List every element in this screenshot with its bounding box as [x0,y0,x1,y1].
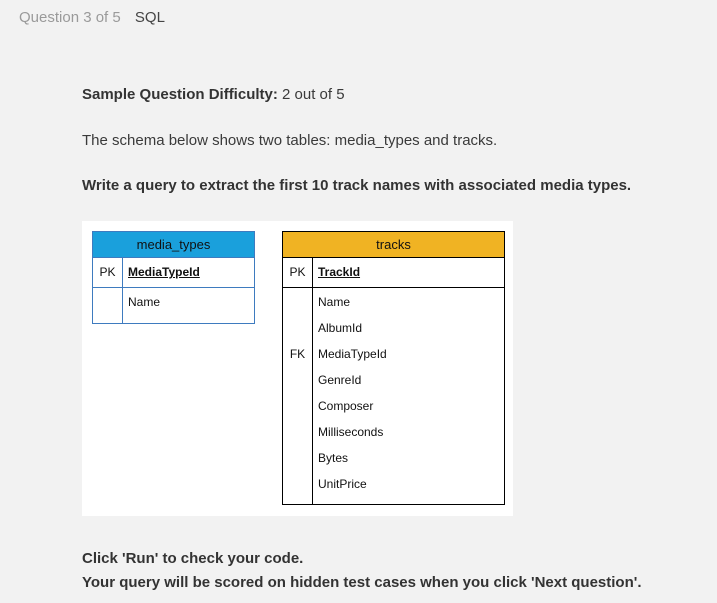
field-name: Composer [318,399,374,413]
field-name: Name [128,295,161,309]
table-row: PK TrackId [283,258,504,288]
question-header: Question 3 of 5 SQL [19,9,165,26]
key-label [283,419,312,445]
pk-label: PK [93,258,123,287]
table-title: media_types [93,232,254,258]
pk-label: PK [283,258,313,287]
field-name: UnitPrice [318,477,367,491]
instructions-footer: Click 'Run' to check your code. Your que… [82,547,642,595]
table-media-types: media_types PK MediaTypeId Name [92,231,255,324]
field-name: Milliseconds [318,425,384,439]
table-title: tracks [283,232,504,258]
key-column: FK [283,288,313,504]
key-label [283,315,312,341]
run-instruction: Click 'Run' to check your code. [82,550,304,567]
key-label [283,367,312,393]
field-column: Name AlbumId MediaTypeId GenreId Compose… [313,288,387,504]
key-column [93,288,123,323]
pk-field: MediaTypeId [128,265,200,279]
schema-diagram: media_types PK MediaTypeId Name tracks P… [82,221,513,516]
key-label [283,289,312,315]
field-name: GenreId [318,373,362,387]
table-row: Name [93,288,254,323]
question-description: The schema below shows two tables: media… [82,132,498,149]
question-progress: Question 3 of 5 [19,9,121,26]
pk-field: TrackId [318,265,361,279]
scoring-instruction: Your query will be scored on hidden test… [82,574,642,591]
difficulty-label: Sample Question Difficulty: [82,86,278,103]
table-row: FK Name AlbumId MediaTypeId GenreId Comp… [283,288,504,504]
field-name: Name [318,295,351,309]
field-name: AlbumId [318,321,363,335]
field-name: Bytes [318,451,349,465]
question-section: SQL [134,9,165,26]
key-label: FK [289,347,306,361]
difficulty-line: Sample Question Difficulty: 2 out of 5 [82,86,345,103]
key-label [283,445,312,471]
table-row: PK MediaTypeId [93,258,254,288]
key-label [283,471,312,497]
key-label [283,393,312,419]
difficulty-value: 2 out of 5 [282,86,345,103]
question-task: Write a query to extract the first 10 tr… [82,177,632,194]
table-tracks: tracks PK TrackId FK Name AlbumId MediaT… [282,231,505,505]
field-name: MediaTypeId [318,347,387,361]
